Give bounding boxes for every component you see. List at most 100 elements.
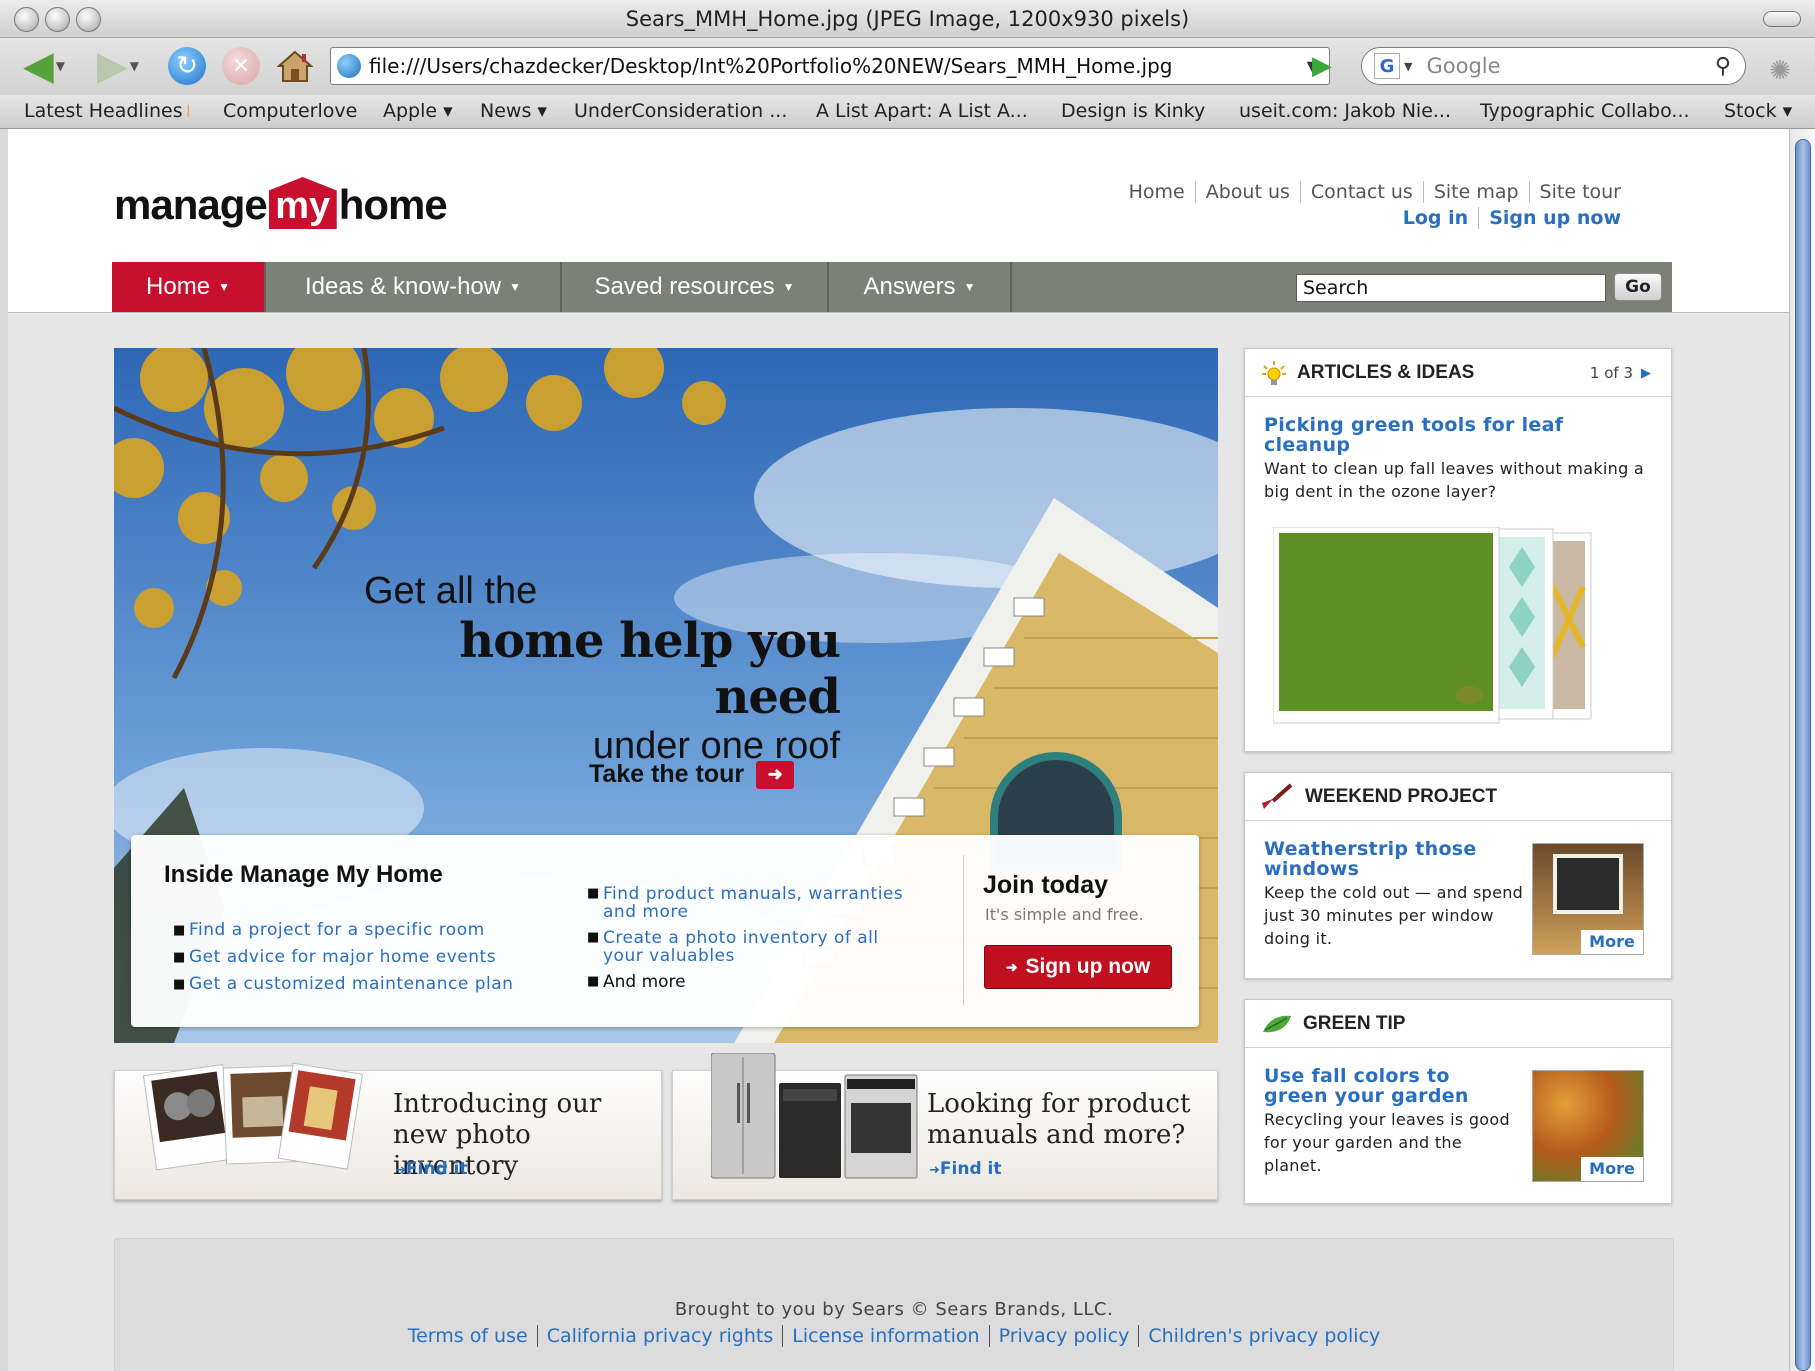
bookmark-item[interactable]: Computerlove bbox=[223, 100, 357, 122]
bookmark-item[interactable]: Latest Headlines ⦚ bbox=[24, 100, 190, 122]
search-icon[interactable]: ⚲ bbox=[1715, 54, 1731, 79]
bookmark-item[interactable]: UnderConsideration ... bbox=[574, 100, 787, 122]
bookmark-item[interactable]: News ▾ bbox=[480, 100, 547, 122]
browser-toolbar: ◀ ▼ ▶ ▼ ↻ ✕ file:///Users/chazdecker/Deskt… bbox=[0, 38, 1815, 95]
feature-link[interactable]: Find a project for a specific room bbox=[189, 917, 485, 944]
chevron-down-icon: ▼ bbox=[129, 59, 139, 73]
bookmarks-bar: Latest Headlines ⦚ Computerlove Apple ▾ N… bbox=[0, 95, 1815, 129]
take-tour-link[interactable]: Take the tour ➜ bbox=[589, 760, 795, 789]
footer-link[interactable]: Privacy policy bbox=[988, 1325, 1139, 1347]
util-link-home[interactable]: Home bbox=[1119, 181, 1195, 203]
chevron-down-icon: ▼ bbox=[782, 280, 795, 294]
arrow-right-icon: ➜ bbox=[1005, 958, 1018, 975]
vertical-scrollbar[interactable] bbox=[1789, 129, 1815, 1371]
browser-window: Sears_MMH_Home.jpg (JPEG Image, 1200x930… bbox=[0, 0, 1815, 1371]
tip-thumbnail[interactable]: More bbox=[1532, 1070, 1644, 1182]
find-it-link[interactable]: ➜Find it bbox=[929, 1159, 1002, 1179]
nav-tab-saved[interactable]: Saved resources ▼ bbox=[562, 262, 829, 312]
list-item: ■ Find a project for a specific room bbox=[173, 917, 513, 944]
activity-spinner-icon: ✺ bbox=[1769, 56, 1791, 86]
globe-icon bbox=[337, 54, 361, 78]
stop-button[interactable]: ✕ bbox=[220, 46, 262, 86]
more-link[interactable]: More bbox=[1581, 1157, 1643, 1181]
list-item: ■ Get a customized maintenance plan bbox=[173, 971, 513, 998]
bookmark-item[interactable]: useit.com: Jakob Nie... bbox=[1239, 100, 1451, 122]
toolbar-toggle-button[interactable] bbox=[1763, 11, 1801, 27]
arrow-right-icon: ➜ bbox=[929, 1163, 940, 1178]
project-thumbnail[interactable]: More bbox=[1532, 843, 1644, 955]
nav-tab-answers[interactable]: Answers ▼ bbox=[829, 262, 1012, 312]
site-search-input[interactable]: Search bbox=[1296, 274, 1606, 302]
list-item: ■ Get advice for major home events bbox=[173, 944, 513, 971]
sign-up-button[interactable]: ➜ Sign up now bbox=[984, 945, 1172, 989]
signup-link[interactable]: Sign up now bbox=[1478, 207, 1631, 229]
chevron-right-icon[interactable]: ▶ bbox=[1641, 366, 1651, 381]
bullet-icon: ■ bbox=[173, 977, 186, 992]
inside-panel: Inside Manage My Home ■ Find a project fo… bbox=[131, 835, 1199, 1027]
join-title: Join today bbox=[983, 871, 1109, 899]
site-logo[interactable]: manage my home bbox=[114, 177, 448, 229]
appliances-image bbox=[711, 1053, 918, 1179]
home-button[interactable] bbox=[274, 46, 316, 86]
promo-photo-inventory[interactable]: Introducing our new photo inventory ➜Fin… bbox=[114, 1062, 662, 1200]
util-link-about[interactable]: About us bbox=[1194, 181, 1300, 203]
bookmark-item[interactable]: Stock ▾ bbox=[1724, 100, 1792, 122]
bookmark-item[interactable]: Typographic Collabo... bbox=[1480, 100, 1690, 122]
bullet-icon: ■ bbox=[173, 923, 186, 938]
login-link[interactable]: Log in bbox=[1393, 207, 1478, 229]
footer-link[interactable]: License information bbox=[782, 1325, 988, 1347]
address-bar[interactable]: file:///Users/chazdecker/Desktop/Int%20P… bbox=[330, 47, 1330, 85]
articles-card: ARTICLES & IDEAS 1 of 3 ▶ Picking green t… bbox=[1244, 348, 1672, 752]
feature-link[interactable]: Create a photo inventory of all your val… bbox=[603, 929, 917, 965]
article-link[interactable]: Picking green tools for leaf cleanup bbox=[1264, 415, 1584, 455]
nav-tab-ideas[interactable]: Ideas & know-how ▼ bbox=[266, 262, 562, 312]
nav-tab-home[interactable]: Home ▼ bbox=[112, 262, 266, 312]
arrow-right-icon: ➜ bbox=[756, 760, 795, 789]
window-titlebar: Sears_MMH_Home.jpg (JPEG Image, 1200x930… bbox=[0, 0, 1815, 38]
feature-list: ■ Find product manuals, warranties and mo… bbox=[587, 885, 917, 999]
site-search-go-button[interactable]: Go bbox=[1614, 273, 1662, 301]
google-icon[interactable]: G bbox=[1374, 53, 1400, 79]
find-it-link[interactable]: ➜Find it bbox=[395, 1159, 468, 1179]
tip-link[interactable]: Use fall colors to green your garden bbox=[1264, 1066, 1494, 1106]
util-link-contact[interactable]: Contact us bbox=[1299, 181, 1423, 203]
bookmark-item[interactable]: Apple ▾ bbox=[383, 100, 453, 122]
go-button[interactable]: ▶ bbox=[1306, 50, 1338, 82]
feature-link[interactable]: Get advice for major home events bbox=[189, 944, 496, 971]
card-title: GREEN TIP bbox=[1303, 1012, 1406, 1034]
project-text: Keep the cold out — and spend just 30 mi… bbox=[1264, 883, 1524, 948]
forward-button[interactable]: ▶ ▼ bbox=[88, 46, 148, 86]
back-button[interactable]: ◀ ▼ bbox=[14, 46, 74, 86]
auth-links: Log in Sign up now bbox=[1393, 207, 1631, 229]
footer-link[interactable]: Children's privacy policy bbox=[1138, 1325, 1389, 1347]
bookmark-item[interactable]: A List Apart: A List A... bbox=[816, 100, 1028, 122]
promo-title: Looking for product manuals and more? bbox=[927, 1089, 1191, 1150]
promo-product-manuals[interactable]: Looking for product manuals and more? ➜F… bbox=[672, 1053, 1218, 1200]
util-link-sitemap[interactable]: Site map bbox=[1422, 181, 1529, 203]
join-subtitle: It's simple and free. bbox=[985, 905, 1144, 924]
more-link[interactable]: More bbox=[1581, 930, 1643, 954]
article-image[interactable] bbox=[1273, 527, 1653, 727]
paintbrush-icon bbox=[1262, 783, 1293, 809]
article-pager[interactable]: 1 of 3 ▶ bbox=[1590, 364, 1651, 382]
footer-link[interactable]: Terms of use bbox=[399, 1325, 537, 1347]
list-item: ■ And more bbox=[587, 973, 917, 991]
url-text: file:///Users/chazdecker/Desktop/Int%20P… bbox=[369, 54, 1173, 78]
feature-link[interactable]: Get a customized maintenance plan bbox=[189, 971, 513, 998]
reload-button[interactable]: ↻ bbox=[166, 46, 208, 86]
feature-link[interactable]: Find product manuals, warranties and mor… bbox=[603, 885, 917, 921]
hero-headline: Get all the home help you need under one… bbox=[340, 570, 841, 768]
search-engine-box[interactable]: G ▼ Google ⚲ bbox=[1361, 47, 1746, 85]
search-engine-input[interactable]: Google bbox=[1426, 54, 1714, 78]
project-link[interactable]: Weatherstrip those windows bbox=[1264, 839, 1484, 879]
util-link-sitetour[interactable]: Site tour bbox=[1528, 181, 1631, 203]
weekend-project-card: WEEKEND PROJECT Weatherstrip those windo… bbox=[1244, 772, 1672, 979]
lightbulb-icon bbox=[1262, 360, 1286, 385]
bookmark-item[interactable]: Design is Kinky bbox=[1061, 100, 1205, 122]
list-item: ■ Create a photo inventory of all your va… bbox=[587, 929, 917, 965]
footer-links: Terms of use California privacy rights L… bbox=[115, 1325, 1673, 1347]
logo-text: manage bbox=[114, 181, 268, 228]
scrollbar-thumb[interactable] bbox=[1795, 139, 1811, 1371]
bullet-icon: ■ bbox=[587, 930, 600, 945]
footer-link[interactable]: California privacy rights bbox=[536, 1325, 783, 1347]
